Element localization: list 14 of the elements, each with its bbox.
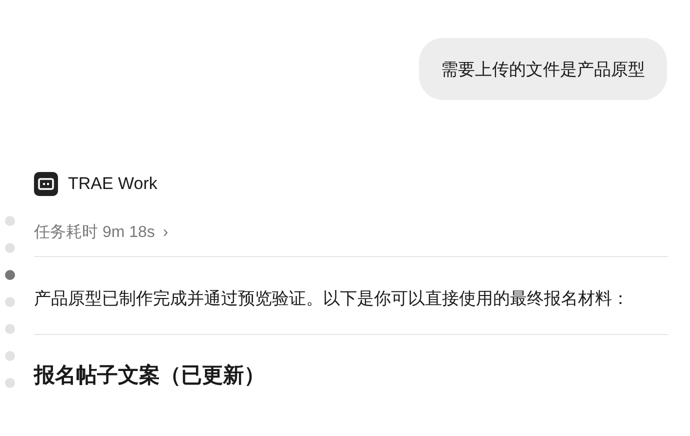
- timeline-dot[interactable]: [5, 216, 15, 226]
- timeline-dot[interactable]: [5, 351, 15, 361]
- app-logo-icon: [34, 172, 58, 196]
- timeline-dot[interactable]: [5, 297, 15, 307]
- timeline-dot[interactable]: [5, 270, 15, 280]
- timeline-dot[interactable]: [5, 324, 15, 334]
- section-heading: 报名帖子文案（已更新）: [34, 362, 266, 389]
- response-paragraph: 产品原型已制作完成并通过预览验证。以下是你可以直接使用的最终报名材料：: [34, 288, 630, 310]
- task-duration[interactable]: 任务耗时 9m 18s: [34, 222, 155, 243]
- timeline-dot[interactable]: [5, 378, 15, 388]
- message-bubble: 需要上传的文件是产品原型: [419, 38, 667, 100]
- timeline-dot[interactable]: [5, 243, 15, 253]
- assistant-name: TRAE Work: [68, 174, 158, 194]
- chevron-icon[interactable]: ›: [162, 224, 168, 242]
